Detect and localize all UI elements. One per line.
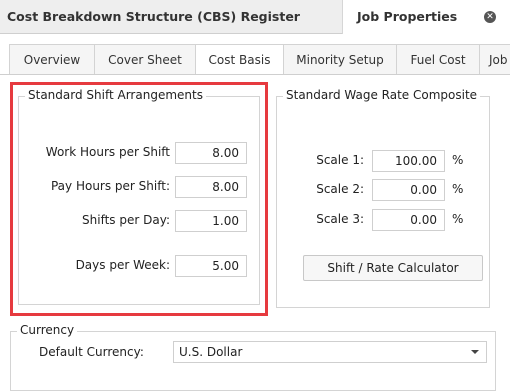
- scale-1-unit: %: [452, 153, 464, 167]
- tab-job-properties-label: Job Properties: [357, 9, 458, 24]
- chevron-down-icon: [471, 350, 479, 354]
- shift-rate-calculator-button[interactable]: Shift / Rate Calculator: [303, 255, 483, 281]
- tab-job[interactable]: Job: [479, 44, 510, 75]
- scale-3-unit: %: [452, 212, 464, 226]
- default-currency-label: Default Currency:: [39, 345, 144, 359]
- tab-overview[interactable]: Overview: [9, 44, 95, 75]
- scale-3-input[interactable]: 0.00: [372, 209, 445, 231]
- shifts-per-day-input[interactable]: 1.00: [175, 210, 247, 232]
- days-per-week-label: Days per Week:: [75, 258, 170, 272]
- default-currency-select[interactable]: U.S. Dollar: [173, 341, 487, 363]
- wage-rate-title: Standard Wage Rate Composite: [283, 88, 481, 102]
- work-hours-input[interactable]: 8.00: [175, 142, 247, 164]
- property-tab-bar: Overview Cover Sheet Cost Basis Minority…: [0, 44, 510, 75]
- tab-job-properties[interactable]: Job Properties ✕: [342, 0, 510, 34]
- work-hours-label: Work Hours per Shift: [45, 145, 170, 159]
- scale-2-unit: %: [452, 182, 464, 196]
- default-currency-value: U.S. Dollar: [179, 345, 243, 359]
- days-per-week-input[interactable]: 5.00: [175, 255, 247, 277]
- scale-1-input[interactable]: 100.00: [372, 150, 445, 172]
- scale-2-input[interactable]: 0.00: [372, 179, 445, 201]
- document-tab-bar: Cost Breakdown Structure (CBS) Register …: [0, 0, 510, 34]
- close-icon[interactable]: ✕: [484, 11, 496, 23]
- currency-title: Currency: [17, 323, 78, 337]
- shifts-per-day-label: Shifts per Day:: [82, 213, 170, 227]
- tab-minority-setup[interactable]: Minority Setup: [283, 44, 397, 75]
- scale-1-label: Scale 1:: [316, 153, 364, 167]
- tab-cbs-register[interactable]: Cost Breakdown Structure (CBS) Register: [0, 0, 342, 33]
- tab-fuel-cost[interactable]: Fuel Cost: [396, 44, 480, 75]
- pay-hours-input[interactable]: 8.00: [175, 176, 247, 198]
- highlight-frame: [10, 82, 268, 316]
- tab-cover-sheet[interactable]: Cover Sheet: [94, 44, 196, 75]
- tab-content-border: [0, 74, 510, 75]
- scale-2-label: Scale 2:: [316, 182, 364, 196]
- scale-3-label: Scale 3:: [316, 212, 364, 226]
- pay-hours-label: Pay Hours per Shift:: [50, 179, 170, 193]
- tab-cost-basis[interactable]: Cost Basis: [195, 44, 284, 75]
